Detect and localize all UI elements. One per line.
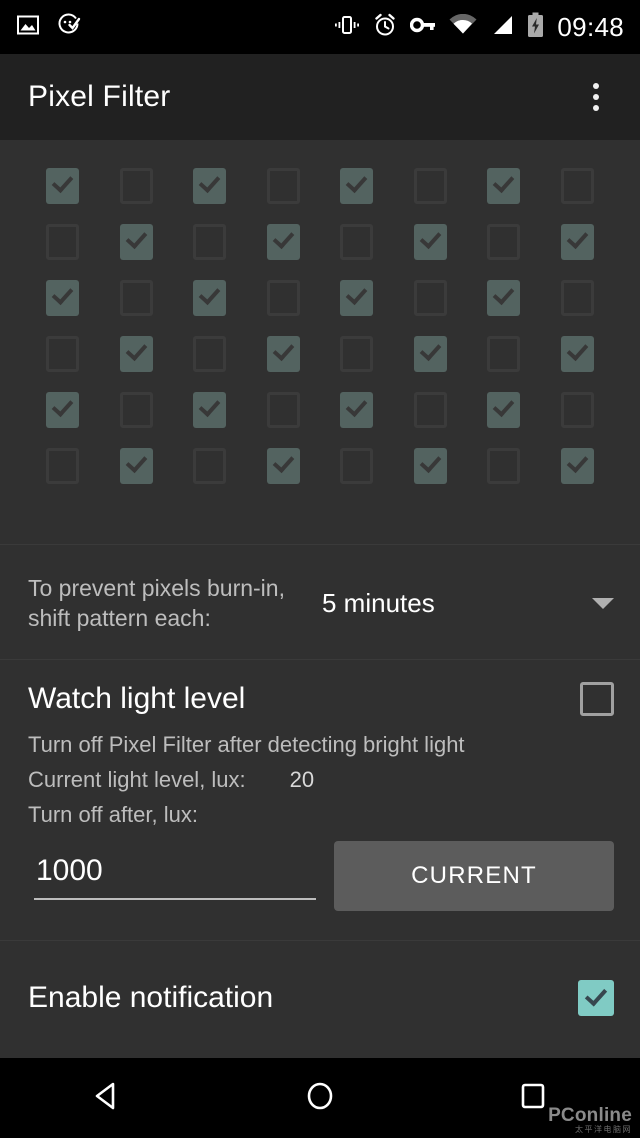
watch-light-level-description: Turn off Pixel Filter after detecting br… xyxy=(28,732,465,757)
shift-pattern-label-line1: To prevent pixels burn-in, xyxy=(28,575,285,601)
pixel-cell-2-1[interactable] xyxy=(119,280,153,316)
image-icon xyxy=(16,13,40,42)
clock-check-icon xyxy=(56,12,81,42)
current-light-level-label: Current light level, lux: xyxy=(28,767,246,792)
page-title: Pixel Filter xyxy=(28,80,171,113)
pixel-cell-5-4[interactable] xyxy=(340,448,374,484)
pixel-cell-4-6[interactable] xyxy=(487,392,521,428)
pixel-cell-1-7[interactable] xyxy=(560,224,594,260)
pixel-cell-5-6[interactable] xyxy=(487,448,521,484)
pixel-cell-1-3[interactable] xyxy=(266,224,300,260)
status-bar-left-icons xyxy=(0,12,81,42)
pixel-cell-2-5[interactable] xyxy=(413,280,447,316)
android-screen: 09:48 Pixel Filter To prevent pixels bur… xyxy=(0,0,640,1138)
pixel-cell-3-7[interactable] xyxy=(560,336,594,372)
pixel-cell-0-4[interactable] xyxy=(340,168,374,204)
shift-pattern-row: To prevent pixels burn-in, shift pattern… xyxy=(0,555,640,651)
pixel-cell-0-7[interactable] xyxy=(560,168,594,204)
pixel-cell-5-7[interactable] xyxy=(560,448,594,484)
pixel-cell-4-3[interactable] xyxy=(266,392,300,428)
pixel-cell-4-1[interactable] xyxy=(119,392,153,428)
enable-notification-row[interactable]: Enable notification xyxy=(0,963,640,1033)
pixel-cell-2-3[interactable] xyxy=(266,280,300,316)
chevron-down-icon xyxy=(592,597,614,609)
pixel-cell-1-6[interactable] xyxy=(487,224,521,260)
current-button[interactable]: CURRENT xyxy=(334,841,614,911)
divider-top xyxy=(0,544,640,545)
home-button[interactable] xyxy=(270,1058,370,1138)
status-bar-right-icons: 09:48 xyxy=(334,12,640,43)
pixel-cell-3-1[interactable] xyxy=(119,336,153,372)
pixel-cell-1-1[interactable] xyxy=(119,224,153,260)
current-light-level-row: Current light level, lux: 20 xyxy=(28,767,588,793)
pixel-cell-4-2[interactable] xyxy=(193,392,227,428)
back-triangle-icon xyxy=(90,1079,124,1118)
pixel-cell-3-4[interactable] xyxy=(340,336,374,372)
pixel-cell-2-7[interactable] xyxy=(560,280,594,316)
shift-interval-value: 5 minutes xyxy=(322,587,435,618)
pixel-cell-2-6[interactable] xyxy=(487,280,521,316)
pixel-cell-1-0[interactable] xyxy=(46,224,80,260)
system-navigation-bar: PConline 太平洋电脑网 xyxy=(0,1058,640,1138)
pixel-cell-3-0[interactable] xyxy=(46,336,80,372)
pixel-cell-2-2[interactable] xyxy=(193,280,227,316)
enable-notification-checkbox[interactable] xyxy=(578,980,614,1016)
watch-light-level-row[interactable]: Watch light level xyxy=(0,668,640,730)
status-bar: 09:48 xyxy=(0,0,640,54)
pixel-cell-2-0[interactable] xyxy=(46,280,80,316)
pixel-cell-4-0[interactable] xyxy=(46,392,80,428)
lux-threshold-input[interactable] xyxy=(34,852,316,900)
divider-watch xyxy=(0,659,640,660)
pixel-cell-3-6[interactable] xyxy=(487,336,521,372)
pixel-cell-5-5[interactable] xyxy=(413,448,447,484)
pixel-cell-5-3[interactable] xyxy=(266,448,300,484)
recents-button[interactable] xyxy=(483,1058,583,1138)
more-vert-icon[interactable] xyxy=(578,75,614,119)
pixel-cell-4-5[interactable] xyxy=(413,392,447,428)
pixel-cell-5-2[interactable] xyxy=(193,448,227,484)
pixel-cell-5-0[interactable] xyxy=(46,448,80,484)
pixel-cell-0-0[interactable] xyxy=(46,168,80,204)
signal-icon xyxy=(490,14,514,41)
vpn-key-icon xyxy=(410,14,436,41)
turn-off-after-label: Turn off after, lux: xyxy=(28,802,198,827)
pixel-cell-0-2[interactable] xyxy=(193,168,227,204)
pixel-cell-0-6[interactable] xyxy=(487,168,521,204)
shift-interval-spinner[interactable]: 5 minutes xyxy=(314,573,614,633)
pixel-cell-0-1[interactable] xyxy=(119,168,153,204)
back-button[interactable] xyxy=(57,1058,157,1138)
pixel-cell-5-1[interactable] xyxy=(119,448,153,484)
divider-notification xyxy=(0,940,640,941)
lux-threshold-row: CURRENT xyxy=(0,838,640,914)
recents-square-icon xyxy=(516,1079,550,1118)
watch-light-level-checkbox[interactable] xyxy=(580,682,614,716)
pixel-cell-1-2[interactable] xyxy=(193,224,227,260)
home-circle-icon xyxy=(303,1079,337,1118)
pixel-cell-0-5[interactable] xyxy=(413,168,447,204)
pixel-cell-1-4[interactable] xyxy=(340,224,374,260)
pixel-cell-3-3[interactable] xyxy=(266,336,300,372)
app-bar: Pixel Filter xyxy=(0,54,640,140)
shift-pattern-label-line2: shift pattern each: xyxy=(28,605,211,631)
pixel-pattern-grid[interactable] xyxy=(0,158,640,494)
watch-light-level-title: Watch light level xyxy=(28,682,246,715)
status-bar-clock: 09:48 xyxy=(557,11,624,42)
wifi-icon xyxy=(449,13,477,41)
pixel-cell-4-4[interactable] xyxy=(340,392,374,428)
pixel-cell-4-7[interactable] xyxy=(560,392,594,428)
pixel-cell-2-4[interactable] xyxy=(340,280,374,316)
pixel-cell-0-3[interactable] xyxy=(266,168,300,204)
pixel-cell-3-2[interactable] xyxy=(193,336,227,372)
main-content: To prevent pixels burn-in, shift pattern… xyxy=(0,140,640,1058)
enable-notification-title: Enable notification xyxy=(28,981,274,1014)
shift-pattern-label: To prevent pixels burn-in, shift pattern… xyxy=(28,573,314,633)
current-light-level-value: 20 xyxy=(289,767,315,792)
pixel-cell-1-5[interactable] xyxy=(413,224,447,260)
vibrate-icon xyxy=(334,13,360,42)
battery-charging-icon xyxy=(527,12,544,43)
pixel-cell-3-5[interactable] xyxy=(413,336,447,372)
alarm-icon xyxy=(373,13,397,42)
